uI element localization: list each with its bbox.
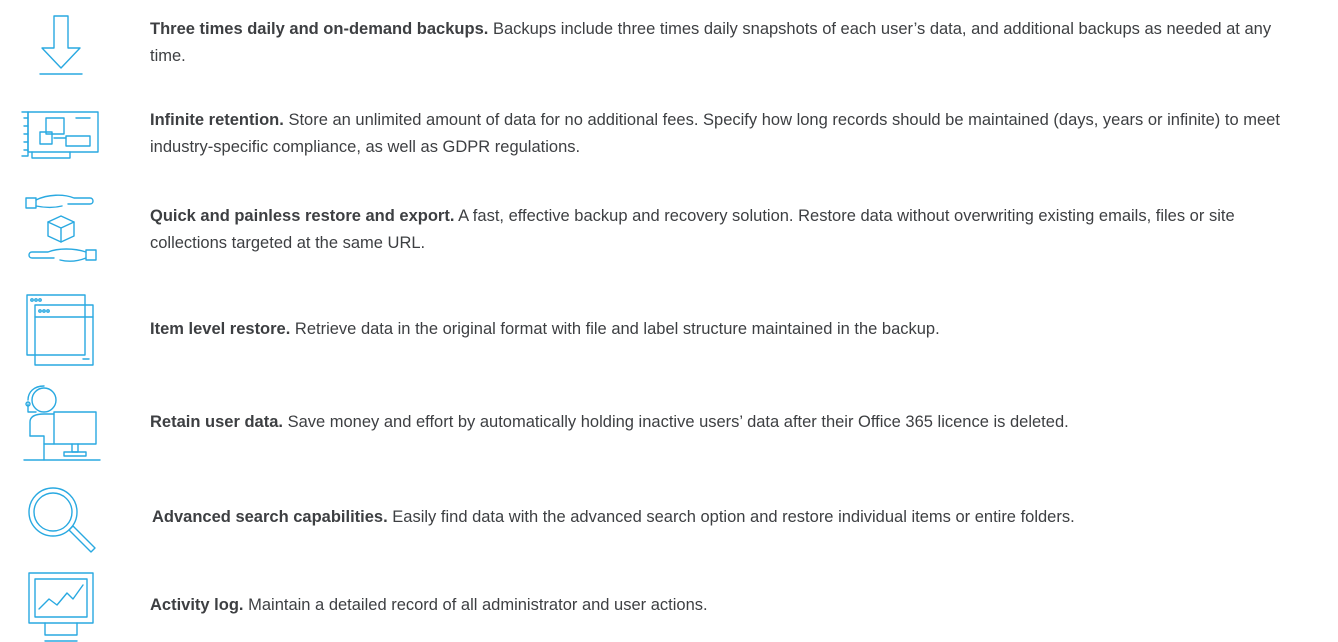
feature-text: Retain user data. Save money and effort … bbox=[150, 409, 1308, 436]
hand-over-box-icon bbox=[20, 192, 102, 268]
feature-title: Infinite retention. bbox=[150, 111, 284, 129]
feature-body: Store an unlimited amount of data for no… bbox=[150, 111, 1280, 156]
feature-activity-log: Activity log. Maintain a detailed record… bbox=[0, 568, 1338, 642]
feature-restore-export: Quick and painless restore and export. A… bbox=[0, 188, 1338, 272]
feature-advanced-search: Advanced search capabilities. Easily fin… bbox=[0, 478, 1338, 558]
feature-retention: Infinite retention. Store an unlimited a… bbox=[0, 96, 1338, 174]
feature-body: Retrieve data in the original format wit… bbox=[294, 320, 940, 338]
feature-body: Maintain a detailed record of all admini… bbox=[248, 596, 708, 614]
magnifier-icon bbox=[20, 484, 102, 554]
feature-text: Three times daily and on-demand backups.… bbox=[150, 16, 1308, 70]
circuit-board-icon bbox=[20, 108, 102, 160]
browser-windows-icon bbox=[20, 293, 102, 367]
feature-title: Quick and painless restore and export. bbox=[150, 207, 455, 225]
feature-title: Retain user data. bbox=[150, 413, 283, 431]
feature-backups: Three times daily and on-demand backups.… bbox=[0, 4, 1338, 84]
activity-monitor-icon bbox=[20, 571, 102, 642]
feature-text: Infinite retention. Store an unlimited a… bbox=[150, 107, 1308, 161]
feature-title: Advanced search capabilities. bbox=[152, 508, 388, 526]
feature-title: Three times daily and on-demand backups. bbox=[150, 20, 489, 38]
feature-body: Easily find data with the advanced searc… bbox=[392, 508, 1075, 526]
feature-text: Item level restore. Retrieve data in the… bbox=[150, 316, 1308, 343]
user-at-computer-icon bbox=[20, 382, 102, 464]
feature-text: Quick and painless restore and export. A… bbox=[150, 203, 1308, 257]
feature-text: Activity log. Maintain a detailed record… bbox=[150, 592, 1308, 619]
feature-item-restore: Item level restore. Retrieve data in the… bbox=[0, 290, 1338, 370]
feature-title: Activity log. bbox=[150, 596, 244, 614]
feature-retain-user-data: Retain user data. Save money and effort … bbox=[0, 380, 1338, 466]
feature-title: Item level restore. bbox=[150, 320, 291, 338]
feature-body: Save money and effort by automatically h… bbox=[287, 413, 1069, 431]
download-arrow-icon bbox=[20, 14, 102, 76]
feature-text: Advanced search capabilities. Easily fin… bbox=[152, 504, 1308, 531]
